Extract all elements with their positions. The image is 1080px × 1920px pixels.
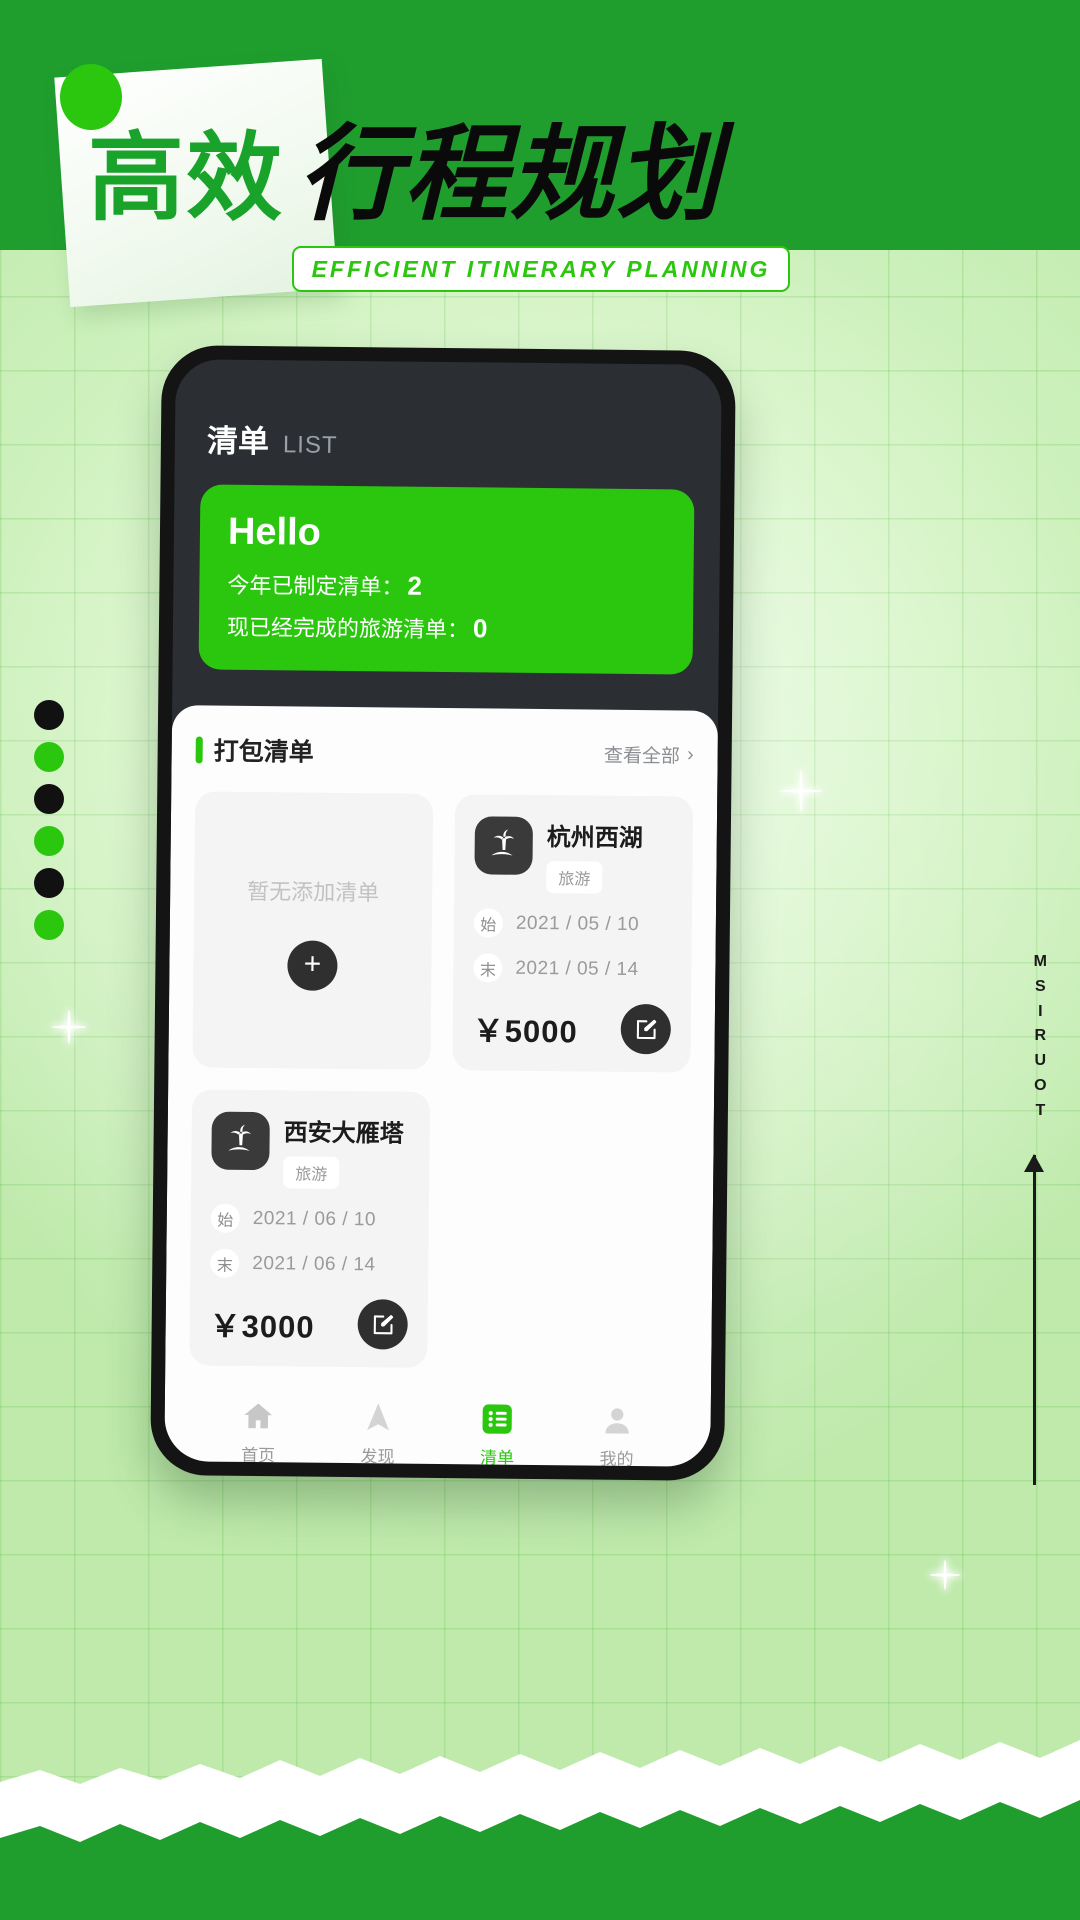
hello-summary-card: Hello 今年已制定清单： 2 现已经完成的旅游清单： 0 [198,484,695,675]
trip-card-header: 杭州西湖 旅游 [474,816,673,894]
decorative-dot [34,700,64,730]
phone-mockup: 清单 LIST Hello 今年已制定清单： 2 现已经完成的旅游清单： 0 打包清… [150,345,736,1481]
greeting-text: Hello [227,510,322,554]
poster-title: 高效 行程规划 [88,122,848,226]
edit-trip-button[interactable] [620,1003,672,1055]
trip-card-footer: ￥3000 [209,1298,408,1350]
trip-price: ￥5000 [472,1012,578,1049]
stat-completed-lists: 现已经完成的旅游清单： 0 [227,610,665,647]
chevron-right-icon: › [686,743,694,766]
tab-home-label: 首页 [240,1445,276,1466]
trip-card[interactable]: 西安大雁塔 旅游 始 2021 / 06 / 10 末 2021 / 06 / … [189,1089,431,1368]
vertical-letter: U [1034,1052,1048,1070]
tab-list-label: 清单 [479,1448,515,1467]
end-date-value: 2021 / 05 / 14 [515,957,639,980]
pencil-square-icon [373,1314,393,1334]
person-icon [605,1408,629,1434]
decorative-dot [34,868,64,898]
pencil-square-icon [636,1019,656,1039]
trip-card-meta: 西安大雁塔 旅游 [283,1112,404,1189]
trip-card-header: 西安大雁塔 旅游 [211,1111,410,1190]
navigation-icon [366,1403,389,1431]
decorative-dot [34,826,64,856]
vertical-letter: S [1035,977,1047,995]
add-trip-card[interactable]: 暂无添加清单 + [192,791,434,1070]
trip-name: 杭州西湖 [546,824,643,853]
end-date-badge: 末 [210,1248,240,1278]
stat-planned-label: 今年已制定清单： [227,572,404,600]
section-header: 打包清单 查看全部 › [195,731,694,772]
start-date-badge: 始 [210,1203,240,1233]
trip-card[interactable]: 杭州西湖 旅游 始 2021 / 05 / 10 末 2021 / 05 / 1… [452,794,694,1073]
trip-card-grid: 暂无添加清单 + 杭州西湖 旅游 始 2021 / 05 / 10 末 2021… [189,791,694,1370]
trip-name: 西安大雁塔 [283,1119,404,1148]
trip-start-date-row: 始 2021 / 06 / 10 [210,1203,409,1235]
end-date-value: 2021 / 06 / 14 [252,1252,376,1275]
phone-screen: 清单 LIST Hello 今年已制定清单： 2 现已经完成的旅游清单： 0 打包清… [164,359,722,1467]
trip-tag: 旅游 [546,861,603,894]
trip-price: ￥3000 [209,1308,315,1345]
vertical-tourism-label: T O U R I S M [1034,950,1048,1124]
trip-card-footer: ￥5000 [472,1002,672,1055]
start-date-value: 2021 / 06 / 10 [252,1207,377,1230]
vertical-letter: O [1034,1076,1048,1094]
section-accent-bar [195,735,203,763]
packing-list-sheet: 打包清单 查看全部 › 暂无添加清单 + 杭州西湖 旅游 始 2021 / 05… [164,705,719,1467]
tab-discover-label: 发现 [360,1447,395,1467]
up-arrow-icon [1024,1154,1044,1485]
edit-trip-button[interactable] [357,1299,408,1350]
trip-end-date-row: 末 2021 / 05 / 14 [473,953,671,984]
stat-planned-value: 2 [407,570,423,601]
app-header: 清单 LIST [175,359,722,484]
english-subtitle-banner: EFFICIENT ITINERARY PLANNING [292,246,790,292]
vertical-letter: M [1033,953,1048,970]
decorative-dot [34,742,64,772]
section-title: 打包清单 [195,731,314,768]
tab-home[interactable]: 首页 [240,1399,276,1466]
palm-tree-icon [474,816,534,875]
poster-title-black: 行程规划 [298,113,723,235]
torn-paper-bottom-white [0,1740,1080,1920]
trip-tag: 旅游 [283,1156,340,1189]
poster-title-green: 高效 [88,122,284,234]
tab-profile[interactable]: 我的 [599,1403,635,1467]
english-subtitle-text: EFFICIENT ITINERARY PLANNING [311,255,771,282]
end-date-badge: 末 [473,953,503,983]
green-circle-decoration [60,64,122,130]
trip-end-date-row: 末 2021 / 06 / 14 [210,1248,408,1280]
tab-discover[interactable]: 发现 [360,1400,396,1467]
bottom-tab-bar: 首页 发现 清单 我的 [188,1365,687,1467]
section-title-text: 打包清单 [213,737,314,767]
list-icon [482,1404,513,1434]
decorative-dot [34,784,64,814]
start-date-value: 2021 / 05 / 10 [515,912,640,935]
page-title: 清单 [206,423,270,460]
add-trip-button[interactable]: + [287,940,338,991]
stat-planned-lists: 今年已制定清单： 2 [227,568,665,605]
tab-profile-label: 我的 [599,1449,634,1467]
empty-state-text: 暂无添加清单 [247,878,380,906]
trip-start-date-row: 始 2021 / 05 / 10 [473,908,672,939]
decorative-dot [34,910,64,940]
trip-card-meta: 杭州西湖 旅游 [546,817,643,894]
page-title-english: LIST [282,431,338,459]
start-date-badge: 始 [473,908,504,938]
see-all-label: 查看全部 [603,745,681,767]
home-icon [244,1403,273,1429]
palm-tree-icon [211,1111,270,1171]
see-all-link[interactable]: 查看全部 › [604,740,694,768]
decorative-dot-column [34,700,64,940]
stat-completed-label: 现已经完成的旅游清单： [226,614,470,643]
vertical-letter: R [1034,1027,1048,1045]
vertical-letter: T [1035,1101,1047,1119]
stat-completed-value: 0 [472,613,488,644]
vertical-letter: I [1038,1002,1044,1020]
tab-list[interactable]: 清单 [479,1401,515,1467]
